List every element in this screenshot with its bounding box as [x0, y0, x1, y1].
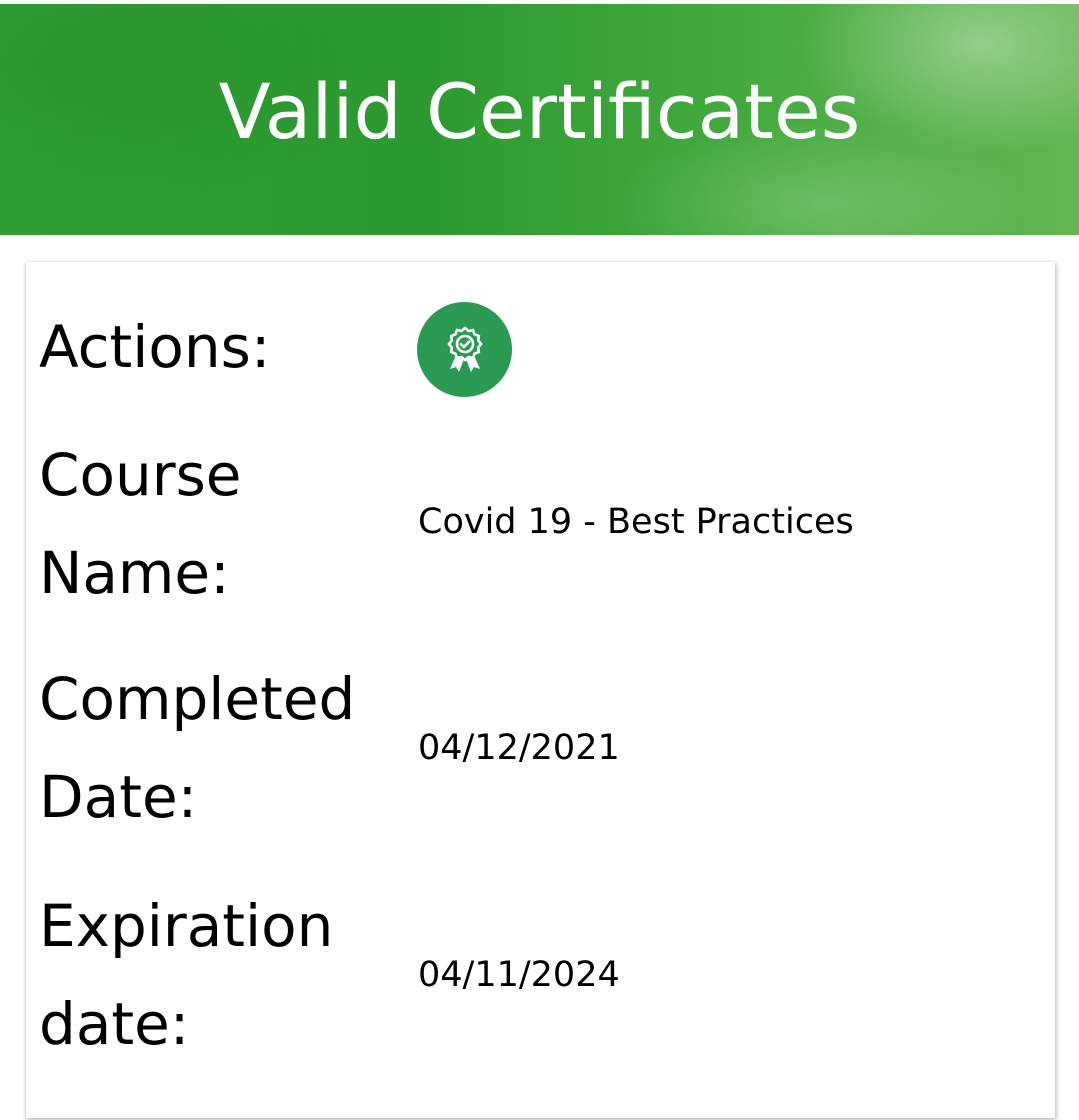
view-certificate-button[interactable]	[417, 302, 512, 397]
course-name-value: Covid 19 - Best Practices	[418, 502, 854, 542]
actions-label: Actions:	[39, 313, 271, 381]
header-banner: Valid Certificates	[0, 4, 1079, 235]
expiration-date-value: 04/11/2024	[418, 955, 620, 995]
course-name-label: Course Name:	[39, 441, 242, 607]
page-title: Valid Certificates	[218, 67, 861, 156]
certificate-card: Actions: Course Name: Covid 19 - Best Pr…	[26, 262, 1055, 1118]
completed-date-label: Completed Date:	[39, 665, 356, 831]
certificate-badge-icon	[446, 325, 483, 372]
completed-date-value: 04/12/2021	[418, 728, 620, 768]
expiration-date-label: Expiration date:	[39, 892, 334, 1058]
